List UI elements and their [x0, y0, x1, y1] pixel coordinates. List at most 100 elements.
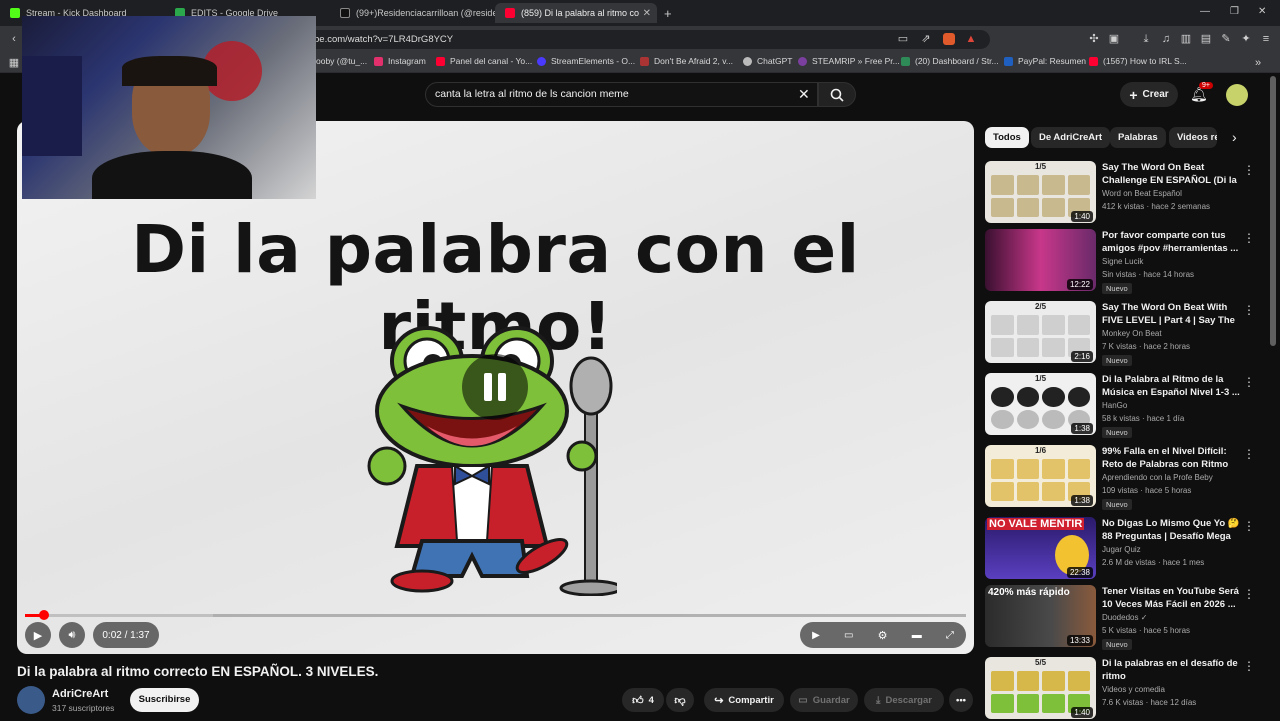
channel-avatar[interactable] — [17, 686, 45, 714]
tab-title: (859) Di la palabra al ritmo co — [521, 8, 640, 18]
sidebar-icon[interactable]: ▥ — [1180, 33, 1192, 45]
share-button[interactable]: ↪ Compartir — [704, 688, 784, 712]
video-player[interactable]: Di la palabra con el ritmo! ▶ 🔊︎ 0:02 / … — [17, 121, 974, 654]
cast-icon[interactable]: ▭ — [897, 33, 909, 45]
more-vert-icon[interactable]: ⋮ — [1243, 163, 1255, 177]
download-icon[interactable]: ⤓ — [1140, 33, 1152, 45]
recommendation-item[interactable]: 1/5 1:40 Say The Word On Beat Challenge … — [985, 161, 1265, 225]
more-bookmarks-icon[interactable]: » — [1252, 57, 1264, 69]
back-icon[interactable]: ‹ — [8, 33, 20, 45]
rec-channel[interactable]: HanGo — [1102, 401, 1127, 410]
rec-channel[interactable]: Duodedos ✓ — [1102, 613, 1147, 622]
progress-bar[interactable] — [25, 610, 966, 620]
bookmark-chatgpt[interactable]: ChatGPT — [743, 56, 792, 66]
more-vert-icon[interactable]: ⋮ — [1243, 303, 1255, 317]
new-tab-button[interactable]: + — [660, 3, 680, 23]
bookmark-paypal[interactable]: PayPal: Resumen — [1004, 56, 1086, 66]
settings-gear-icon[interactable]: ⚙ — [878, 629, 888, 642]
close-tab-icon[interactable]: ✕ — [643, 8, 651, 19]
recommendation-item[interactable]: 1/6 1:38 99% Falla en el Nivel Difícil: … — [985, 445, 1265, 510]
channel-name[interactable]: AdriCreArt — [52, 688, 108, 700]
rec-title[interactable]: Say The Word On Beat With FIVE LEVEL | P… — [1102, 301, 1240, 327]
account-avatar[interactable] — [1226, 84, 1248, 106]
chip-palabras[interactable]: Palabras — [1110, 127, 1166, 148]
download-button[interactable]: ⤓ Descargar — [864, 688, 944, 712]
rec-title[interactable]: Tener Visitas en YouTube Será 10 Veces M… — [1102, 585, 1240, 611]
wallet-icon[interactable]: ▤ — [1200, 33, 1212, 45]
music-icon[interactable]: ♫ — [1160, 33, 1172, 45]
more-vert-icon[interactable]: ⋮ — [1243, 519, 1255, 533]
share-page-icon[interactable]: ⇗ — [920, 33, 932, 45]
rec-title[interactable]: Di la palabras en el desafío de ritmo — [1102, 657, 1240, 683]
rec-title[interactable]: Di la Palabra al Ritmo de la Música en E… — [1102, 373, 1240, 399]
rec-channel[interactable]: Signe Lucik — [1102, 257, 1143, 266]
brave-shield-icon[interactable] — [943, 33, 955, 45]
address-bar[interactable]: be.com/watch?v=7LR4DrG8YCY — [300, 30, 990, 49]
edit-icon[interactable]: ✎ — [1220, 33, 1232, 45]
rec-channel[interactable]: Monkey On Beat — [1102, 329, 1162, 338]
rec-title[interactable]: 99% Falla en el Nivel Difícil: Reto de P… — [1102, 445, 1240, 471]
create-button[interactable]: + Crear — [1120, 82, 1178, 107]
recommendation-item[interactable]: 5/5 1:40 Di la palabras en el desafío de… — [985, 657, 1265, 721]
clear-search-icon[interactable]: ✕ — [798, 86, 810, 103]
theater-mode-icon[interactable]: ▬ — [912, 630, 922, 641]
more-vert-icon[interactable]: ⋮ — [1243, 587, 1255, 601]
volume-button[interactable]: 🔊︎ — [59, 622, 85, 648]
rec-channel[interactable]: Jugar Quiz — [1102, 545, 1141, 554]
bookmark[interactable]: (20) Dashboard / Str... — [901, 56, 999, 66]
bookmark-instagram[interactable]: Instagram — [374, 56, 426, 66]
recommendation-item[interactable]: 2/5 2:16 Say The Word On Beat With FIVE … — [985, 301, 1265, 366]
pause-overlay-button[interactable] — [462, 354, 528, 420]
menu-icon[interactable]: ≡ — [1260, 33, 1272, 45]
chip-related[interactable]: Videos re — [1169, 127, 1217, 148]
recommendation-item[interactable]: 420% más rápido 13:33 Tener Visitas en Y… — [985, 585, 1265, 650]
rec-title[interactable]: Por favor comparte con tus amigos #pov #… — [1102, 229, 1240, 255]
page-scrollbar[interactable] — [1270, 76, 1276, 346]
recommendation-item[interactable]: 12:22 Por favor comparte con tus amigos … — [985, 229, 1265, 294]
bookmark[interactable]: Panel del canal - Yo... — [436, 56, 532, 66]
dislike-button[interactable]: 👎︎ — [666, 688, 694, 712]
bookmark[interactable]: StreamElements - O... — [537, 56, 635, 66]
fullscreen-icon[interactable]: ⤢ — [946, 630, 954, 641]
rec-channel[interactable]: Word on Beat Español — [1102, 189, 1182, 198]
notifications-button[interactable]: 🔔︎ 9+ — [1190, 82, 1213, 103]
bookmark[interactable]: Don't Be Afraid 2, v... — [640, 56, 733, 66]
autoplay-toggle-icon[interactable]: ▶ — [812, 630, 820, 641]
tab-youtube[interactable]: (859) Di la palabra al ritmo co ✕ — [495, 3, 657, 23]
chip-channel[interactable]: De AdriCreArt — [1031, 127, 1110, 148]
tab-tiktok[interactable]: (99+)Residenciacarrilloan (@residenc — [330, 3, 495, 23]
leo-ai-icon[interactable]: ✦ — [1240, 33, 1252, 45]
chevron-right-icon[interactable]: › — [1232, 129, 1237, 145]
more-vert-icon[interactable]: ⋮ — [1243, 659, 1255, 673]
play-button[interactable]: ▶ — [25, 622, 51, 648]
recommendation-item[interactable]: 1/5 1:38 Di la Palabra al Ritmo de la Mú… — [985, 373, 1265, 438]
search-input[interactable]: canta la letra al ritmo de ls cancion me… — [425, 82, 818, 107]
more-vert-icon[interactable]: ⋮ — [1243, 375, 1255, 389]
brave-rewards-icon[interactable]: ▲ — [965, 33, 977, 45]
rec-title[interactable]: Say The Word On Beat Challenge EN ESPAÑO… — [1102, 161, 1240, 187]
rec-title[interactable]: No Digas Lo Mismo Que Yo 🤔 88 Preguntas … — [1102, 517, 1240, 543]
bookmark[interactable]: ooby (@tu_... — [316, 56, 367, 66]
bookmark[interactable]: STEAMRIP » Free Pr... — [798, 56, 900, 66]
subscribe-button[interactable]: Suscribirse — [130, 688, 199, 712]
apps-grid-icon[interactable]: ▦ — [8, 57, 20, 69]
recommendation-item[interactable]: NO VALE MENTIR 22:38 No Digas Lo Mismo Q… — [985, 517, 1265, 581]
search-button[interactable] — [818, 82, 856, 107]
like-button[interactable]: 👍︎ 4 — [622, 688, 664, 712]
more-vert-icon[interactable]: ⋮ — [1243, 447, 1255, 461]
bookmark[interactable]: (1567) How to IRL S... — [1089, 56, 1187, 66]
close-window-icon[interactable]: ✕ — [1258, 6, 1266, 17]
more-actions-button[interactable]: ••• — [949, 688, 973, 712]
extensions-icon[interactable]: ✣ — [1088, 33, 1100, 45]
rec-meta: 412 k vistas · hace 2 semanas — [1102, 202, 1211, 211]
rec-channel[interactable]: Aprendiendo con la Profe Beby — [1102, 473, 1213, 482]
subtitles-icon[interactable]: ▭ — [844, 630, 853, 641]
scrubber-handle[interactable] — [38, 610, 49, 620]
screenshot-icon[interactable]: ▣ — [1108, 33, 1120, 45]
save-button[interactable]: ▭ Guardar — [790, 688, 858, 712]
maximize-icon[interactable]: ❐ — [1230, 6, 1239, 17]
rec-channel[interactable]: Videos y comedia — [1102, 685, 1165, 694]
chip-todos[interactable]: Todos — [985, 127, 1029, 148]
minimize-icon[interactable]: — — [1200, 6, 1210, 17]
more-vert-icon[interactable]: ⋮ — [1243, 231, 1255, 245]
